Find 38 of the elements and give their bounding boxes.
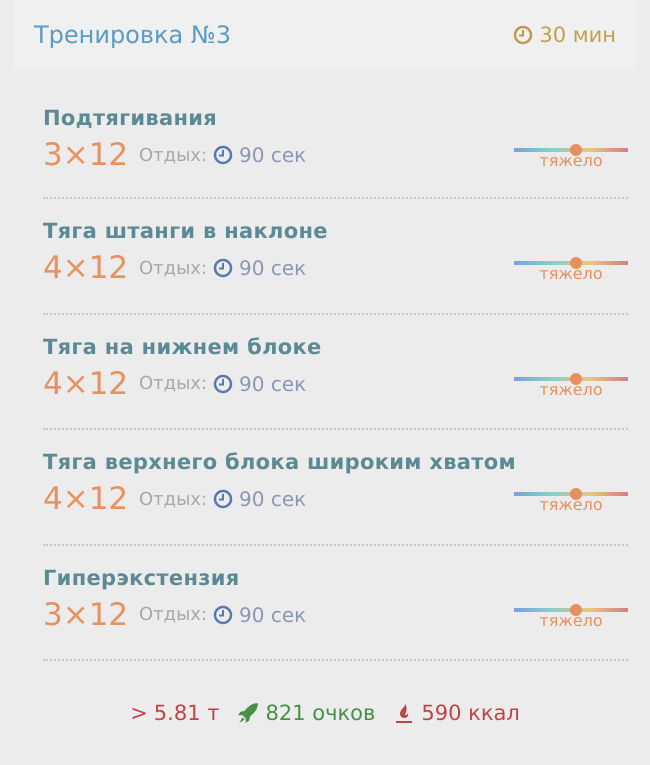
clock-icon xyxy=(213,489,234,509)
clock-icon xyxy=(213,604,234,624)
rest-label: Отдых: xyxy=(139,604,208,625)
tonnage-marker: > xyxy=(130,701,148,725)
points-text: 821 очков xyxy=(265,701,376,725)
clock-icon xyxy=(213,145,234,165)
sets-reps: 4×12 xyxy=(43,481,130,517)
difficulty-label: тяжело xyxy=(539,265,603,283)
tonnage-text: 5.81 т xyxy=(154,701,220,725)
difficulty-label: тяжело xyxy=(539,152,603,170)
rest-time: 90 сек xyxy=(239,256,306,280)
rest-time: 90 сек xyxy=(239,602,306,626)
sets-reps: 4×12 xyxy=(43,250,130,286)
sets-reps: 3×12 xyxy=(43,137,130,173)
calories-text: 590 ккал xyxy=(421,701,520,725)
clock-icon xyxy=(513,25,534,45)
clock-icon xyxy=(213,374,234,394)
rest-label: Отдых: xyxy=(139,258,208,278)
difficulty-label: тяжело xyxy=(539,612,603,630)
rest-label: Отдых: xyxy=(139,488,208,510)
exercise-name: Тяга штанги в наклоне xyxy=(43,219,329,245)
workout-title: Тренировка №3 xyxy=(34,21,232,49)
exercise-name: Тяга верхнего блока широким хватом xyxy=(43,450,517,476)
rocket-icon xyxy=(237,702,260,724)
rest-label: Отдых: xyxy=(139,144,208,166)
exercise-name: Гиперэкстензия xyxy=(43,566,241,592)
rest-time: 90 сек xyxy=(239,143,306,167)
exercise-name: Подтягивания xyxy=(43,106,218,132)
sets-reps: 4×12 xyxy=(43,366,130,402)
sets-reps: 3×12 xyxy=(43,596,130,632)
rest-time: 90 сек xyxy=(239,487,306,511)
exercise-name: Тяга на нижнем блоке xyxy=(43,334,323,360)
clock-icon xyxy=(213,258,234,278)
difficulty-label: тяжело xyxy=(539,380,603,398)
duration-text: 30 мин xyxy=(539,23,616,47)
rest-time: 90 сек xyxy=(239,372,306,396)
rest-label: Отдых: xyxy=(139,373,208,394)
difficulty-label: тяжело xyxy=(539,496,603,514)
